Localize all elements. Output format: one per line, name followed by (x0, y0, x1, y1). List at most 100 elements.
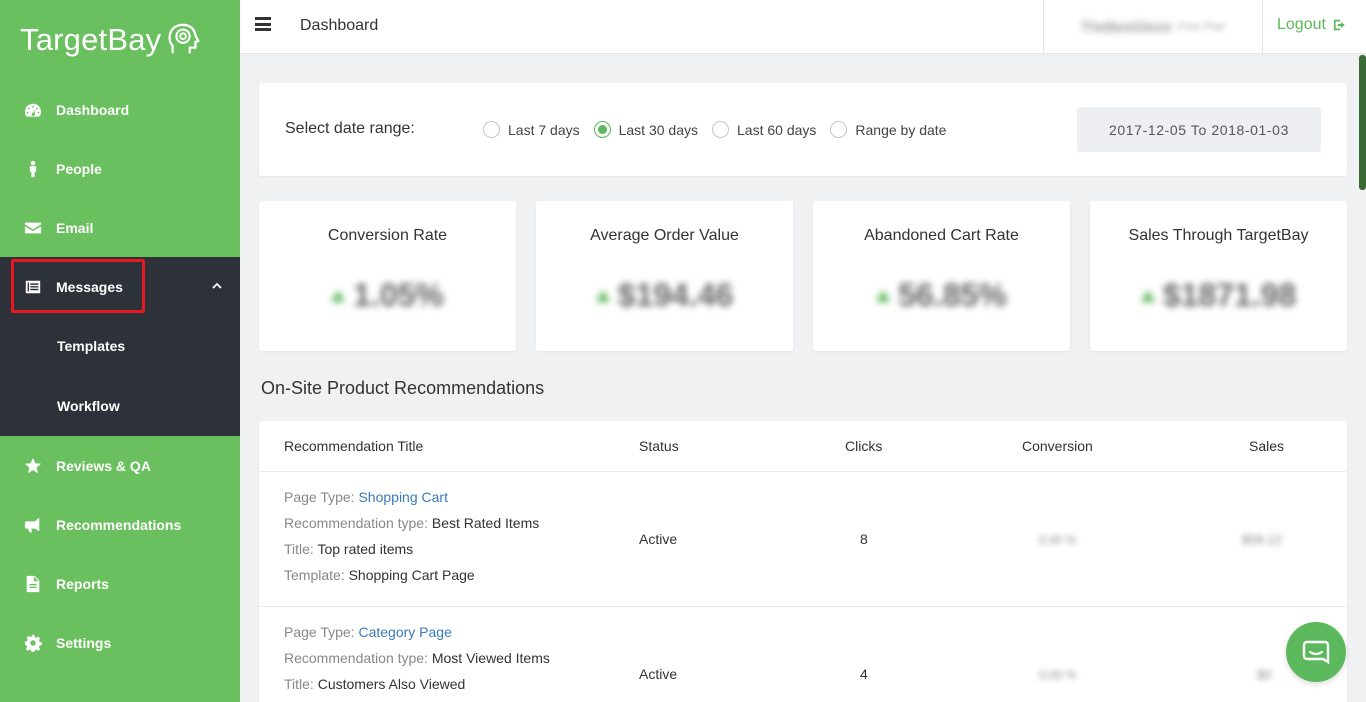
sidebar-item-settings[interactable]: Settings (0, 613, 240, 672)
top-header: Dashboard TheBestStore Free Plan Logout (240, 0, 1366, 54)
chat-bubble-icon (1302, 640, 1330, 665)
document-icon (24, 575, 42, 593)
stat-number: $1871.98 (1162, 277, 1297, 313)
envelope-icon (24, 219, 42, 237)
radio-label: Range by date (855, 121, 947, 138)
radio-range-by-date[interactable]: Range by date (830, 121, 946, 138)
sidebar-item-label: Reports (56, 575, 109, 592)
stat-card-average-order-value: Average Order Value $194.46 (536, 201, 793, 351)
stat-card-conversion-rate: Conversion Rate 1.05% (259, 201, 516, 351)
radio-last-7-days[interactable]: Last 7 days (483, 121, 580, 138)
conversion-cell: 0.00 % (1039, 533, 1077, 547)
stat-title: Average Order Value (590, 227, 739, 244)
sidebar-item-label: Recommendations (56, 516, 182, 533)
recommendation-title: Top rated items (317, 541, 414, 557)
column-header-sales[interactable]: Sales (1249, 438, 1284, 454)
sidebar-item-recommendations[interactable]: Recommendations (0, 495, 240, 554)
logout-label: Logout (1277, 16, 1326, 33)
radio-button[interactable] (712, 121, 729, 138)
date-range-card: Select date range: Last 7 days Last 30 d… (259, 83, 1347, 176)
stat-value: $1871.98 (1090, 277, 1347, 314)
user-name: TheBestStore (1080, 18, 1172, 36)
stat-card-sales-through-targetbay: Sales Through TargetBay $1871.98 (1090, 201, 1347, 351)
sidebar-item-label: Dashboard (56, 101, 130, 118)
head-logo-icon (168, 23, 201, 54)
person-icon (24, 160, 42, 178)
field-label: Title: (284, 676, 314, 692)
sidebar-item-reviews[interactable]: Reviews & QA (0, 436, 240, 495)
sidebar-item-label: Settings (56, 634, 112, 651)
chat-widget-button[interactable] (1286, 622, 1346, 682)
field-label: Recommendation type: (284, 515, 428, 531)
up-arrow-icon (331, 289, 346, 302)
clicks-cell: 4 (860, 666, 868, 682)
sidebar: TargetBay Dashboard People Email Message… (0, 0, 240, 702)
radio-label: Last 60 days (737, 121, 817, 138)
submenu-item-templates[interactable]: Templates (0, 316, 240, 376)
status-cell: Active (639, 531, 678, 547)
field-label: Recommendation type: (284, 650, 428, 666)
radio-label: Last 30 days (618, 121, 698, 138)
radio-last-60-days[interactable]: Last 60 days (712, 121, 816, 138)
sidebar-item-email[interactable]: Email (0, 198, 240, 257)
sidebar-item-reports[interactable]: Reports (0, 554, 240, 613)
sidebar-item-dashboard[interactable]: Dashboard (0, 80, 240, 139)
stat-number: 56.85% (898, 277, 1007, 313)
recommendation-type: Most Viewed Items (431, 650, 550, 666)
megaphone-icon (24, 516, 42, 534)
stat-value: 1.05% (259, 277, 516, 314)
stat-number: $194.46 (617, 277, 734, 313)
stat-title: Sales Through TargetBay (1128, 227, 1309, 244)
date-range-display[interactable]: 2017-12-05 To 2018-01-03 (1077, 107, 1321, 152)
radio-button[interactable] (483, 121, 500, 138)
sidebar-item-label: Email (56, 219, 94, 236)
table-row: Page Type: Category Page Recommendation … (259, 606, 1347, 702)
hamburger-menu-icon[interactable] (255, 17, 271, 31)
radio-button[interactable] (830, 121, 848, 138)
chevron-up-icon[interactable] (212, 281, 222, 291)
recommendations-table: Recommendation Title Status Clicks Conve… (259, 421, 1347, 702)
field-label: Title: (284, 541, 314, 557)
radio-last-30-days[interactable]: Last 30 days (593, 121, 698, 138)
brand-name: TargetBay (20, 22, 162, 57)
user-plan: Free Plan (1178, 21, 1226, 33)
user-account[interactable]: TheBestStore Free Plan (1043, 0, 1263, 54)
brand-logo[interactable]: TargetBay (0, 0, 240, 80)
section-title: On-Site Product Recommendations (261, 378, 545, 398)
recommendation-template: Shopping Cart Page (348, 567, 475, 583)
submenu-item-workflow[interactable]: Workflow (0, 376, 240, 436)
sidebar-item-label: People (56, 160, 102, 177)
recommendation-type: Best Rated Items (431, 515, 540, 531)
messages-submenu: Templates Workflow (0, 316, 240, 436)
star-icon (24, 457, 42, 475)
logout-button[interactable]: Logout (1277, 16, 1347, 34)
up-arrow-icon (1140, 289, 1155, 302)
sidebar-item-people[interactable]: People (0, 139, 240, 198)
gear-icon (24, 634, 42, 652)
column-header-status[interactable]: Status (639, 438, 679, 454)
sidebar-item-messages[interactable]: Messages (0, 257, 240, 316)
recommendation-title: Customers Also Viewed (317, 676, 466, 692)
clicks-cell: 8 (860, 531, 868, 547)
radio-button[interactable] (593, 121, 611, 138)
speedometer-icon (24, 101, 42, 119)
page-type-link[interactable]: Shopping Cart (358, 489, 448, 505)
sales-cell: $58.12 (1242, 532, 1282, 547)
column-header-conversion[interactable]: Conversion (1022, 438, 1093, 454)
sign-out-icon (1333, 19, 1345, 31)
scrollbar-thumb[interactable] (1359, 55, 1366, 190)
table-row: Page Type: Shopping Cart Recommendation … (259, 471, 1347, 606)
stat-value: $194.46 (536, 277, 793, 314)
page-type-link[interactable]: Category Page (358, 624, 451, 640)
stat-value: 56.85% (813, 277, 1070, 314)
recommendation-info: Page Type: Category Page Recommendation … (284, 619, 550, 697)
date-range-label: Select date range: (285, 120, 415, 137)
field-label: Page Type: (284, 489, 355, 505)
column-header-clicks[interactable]: Clicks (845, 438, 882, 454)
conversion-cell: 0.00 % (1039, 668, 1077, 682)
stat-title: Abandoned Cart Rate (864, 227, 1019, 244)
stat-number: 1.05% (353, 277, 444, 313)
radio-label: Last 7 days (508, 121, 580, 138)
column-header-title[interactable]: Recommendation Title (284, 438, 423, 454)
up-arrow-icon (876, 289, 891, 302)
